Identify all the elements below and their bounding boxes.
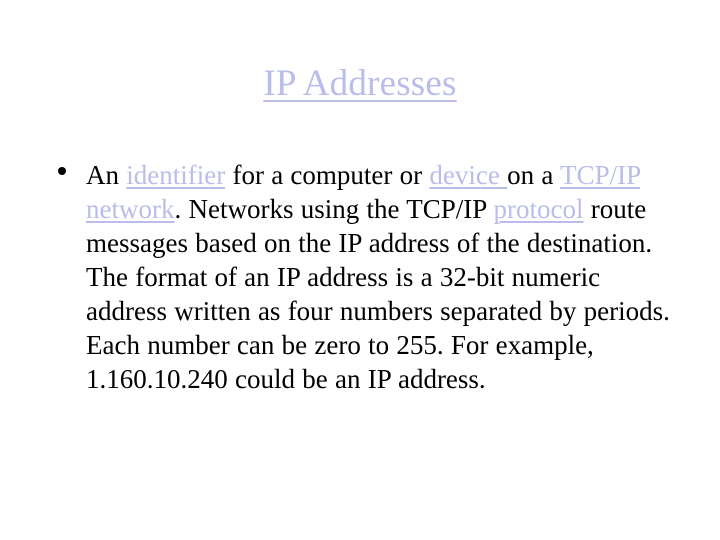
hyperlink[interactable]: protocol (494, 194, 584, 224)
page-title: IP Addresses (263, 63, 457, 104)
list-item: An identifier for a computer or device o… (44, 158, 684, 396)
body-text-run: route messages based on the IP address o… (86, 194, 670, 394)
body-text-run: for a computer or (225, 160, 430, 190)
slide-body: An identifier for a computer or device o… (44, 158, 684, 396)
hyperlink[interactable]: device (429, 160, 507, 190)
slide-canvas: IP Addresses An identifier for a compute… (0, 0, 720, 540)
body-text-run: . Networks using the TCP/IP (174, 194, 494, 224)
hyperlink[interactable]: identifier (126, 160, 225, 190)
hyperlink[interactable]: TCP/IP (560, 160, 640, 190)
hyperlink[interactable]: network (86, 194, 174, 224)
bullet-point-icon (58, 167, 66, 175)
body-text-run: on a (507, 160, 561, 190)
bullet-text: An identifier for a computer or device o… (86, 158, 684, 396)
slide-title-container: IP Addresses (36, 62, 684, 106)
body-text-run: An (86, 160, 127, 190)
